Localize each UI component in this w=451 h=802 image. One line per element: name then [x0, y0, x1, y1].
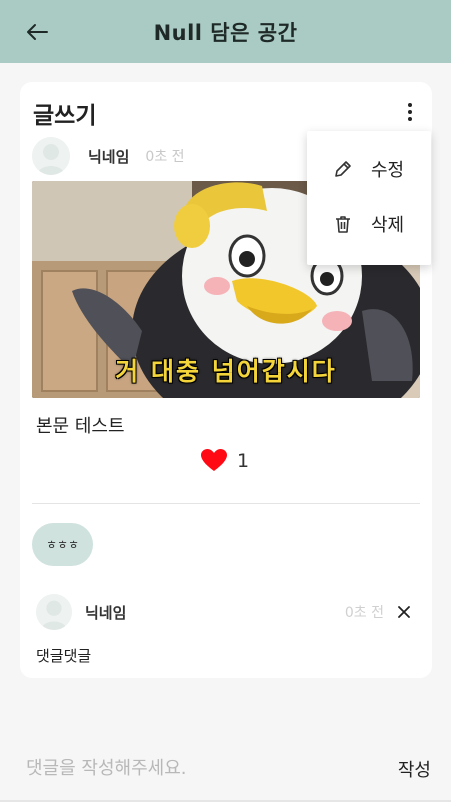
like-count: 1: [237, 449, 250, 472]
arrow-left-icon: [27, 24, 48, 40]
menu-item-delete[interactable]: 삭제: [307, 199, 431, 249]
more-options-button[interactable]: [400, 100, 420, 124]
comment-time: 0초 전: [344, 605, 384, 621]
post-body: 본문 테스트: [36, 416, 125, 437]
post-author: 닉네임 0초 전: [32, 136, 185, 176]
avatar: [32, 137, 70, 175]
post-time: 0초 전: [145, 149, 185, 165]
menu-item-delete-label: 삭제: [371, 215, 405, 236]
app-bar: Null 담은 공간: [0, 0, 451, 63]
user-silhouette-icon: [32, 137, 70, 175]
pencil-icon: [332, 158, 354, 180]
close-icon: [398, 606, 410, 618]
tag-chip[interactable]: ㅎㅎㅎ: [32, 523, 93, 566]
author-nickname: 닉네임: [88, 147, 130, 166]
image-caption: 거 대충 넘어갑시다: [115, 357, 337, 386]
app-title: Null 담은 공간: [153, 20, 298, 45]
back-button[interactable]: [22, 17, 52, 47]
options-menu: 수정 삭제: [307, 131, 431, 265]
comment-text: 댓글댓글: [36, 647, 92, 665]
menu-item-edit-label: 수정: [371, 160, 405, 181]
menu-item-edit[interactable]: 수정: [307, 144, 431, 194]
trash-icon: [332, 213, 354, 235]
avatar: [36, 594, 72, 630]
more-vertical-icon: [408, 103, 412, 107]
like-button[interactable]: 1: [201, 449, 249, 472]
comment-nickname: 닉네임: [85, 603, 127, 622]
submit-comment-button[interactable]: 작성: [398, 756, 431, 782]
comment-input[interactable]: [26, 752, 366, 784]
page-title: 글쓰기: [33, 103, 97, 129]
divider: [32, 503, 420, 504]
comment-header: 닉네임 0초 전: [36, 593, 416, 631]
delete-comment-button[interactable]: [392, 600, 416, 624]
user-silhouette-icon: [36, 594, 72, 630]
comment-composer: 작성: [0, 742, 451, 802]
heart-icon: [201, 449, 227, 471]
